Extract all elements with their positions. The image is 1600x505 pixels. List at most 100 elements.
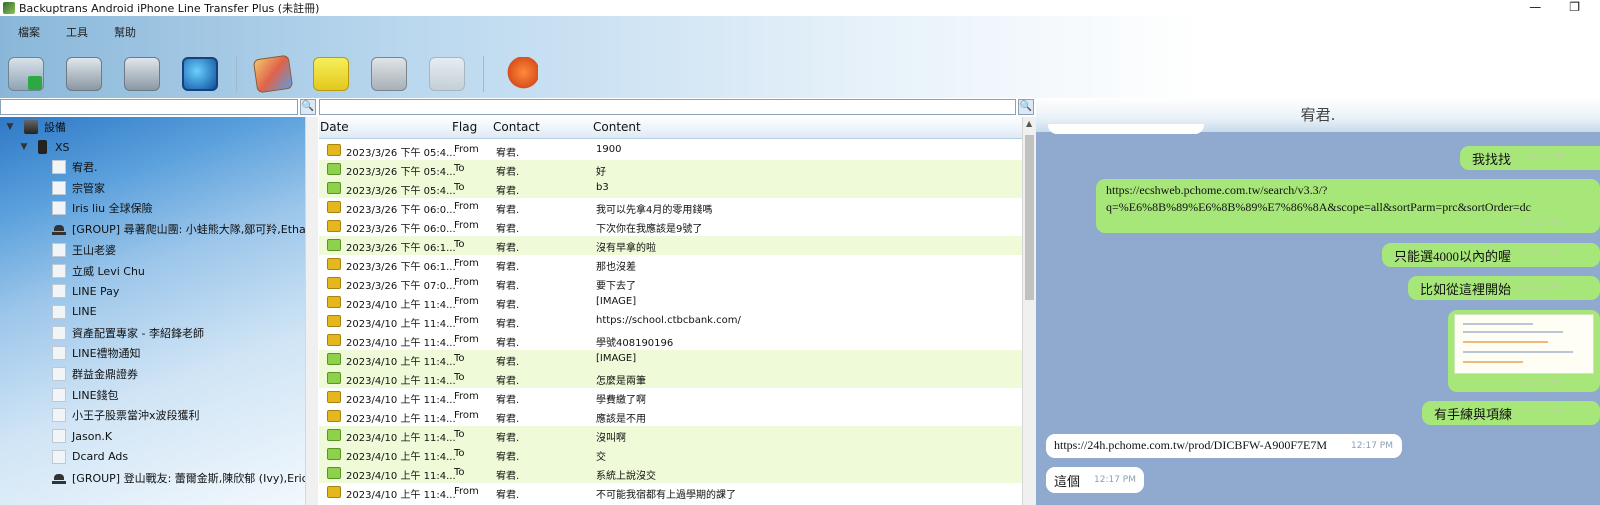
export-photos-button[interactable] [251, 54, 295, 94]
print-button[interactable] [367, 54, 411, 94]
tree-contact-item[interactable]: LINE錢包 [52, 385, 119, 405]
backup-database-button[interactable] [62, 54, 106, 94]
tree-contact-item[interactable]: 宥君. [52, 157, 98, 177]
cell-flag: To [454, 467, 465, 478]
tree-contact-label: Jason.K [72, 429, 113, 443]
chevron-down-icon[interactable]: ▼ [18, 142, 30, 152]
message-icon [327, 315, 341, 327]
column-header-contact[interactable]: Contact [493, 120, 540, 134]
cell-date: 2023/4/10 上午 11:4... [346, 395, 456, 406]
table-row[interactable]: 2023/4/10 上午 11:4... From 宥君. 不可能我宿都有上過學期的課… [319, 483, 1022, 502]
chat-image-thumbnail[interactable] [1454, 314, 1594, 374]
table-row[interactable]: 2023/4/10 上午 11:4... To 宥君. [IMAGE] [319, 350, 1022, 369]
cell-content: 我可以先拿4月的零用錢嗎 [596, 205, 713, 216]
tree-scrollbar[interactable] [305, 117, 318, 505]
table-row[interactable]: 2023/3/26 下午 06:1... To 宥君. 沒有早拿的啦 [319, 236, 1022, 255]
tree-root[interactable]: ▼ 設備 [4, 117, 66, 137]
cell-flag: From [454, 486, 479, 497]
menu-help[interactable]: 幫助 [106, 22, 144, 42]
table-row[interactable]: 2023/3/26 下午 07:0... From 宥君. 要下去了 [319, 274, 1022, 293]
search-icon[interactable]: 🔍 [1018, 99, 1034, 115]
tree-contact-item[interactable]: 小王子股票當沖x波段獲利 [52, 405, 200, 425]
minimize-button[interactable]: — [1529, 0, 1541, 14]
cell-flag: From [454, 391, 479, 402]
table-row[interactable]: 2023/4/10 上午 11:4... From 宥君. [IMAGE] [319, 293, 1022, 312]
tree-contact-label: LINE禮物通知 [72, 347, 141, 361]
cell-content: [IMAGE] [596, 296, 637, 307]
tree-contact-item[interactable]: [GROUP] 登山戰友: 蕾爾金斯,陳欣郁 (Ivy),Eric Lin ..… [52, 468, 305, 488]
database-icon [66, 57, 102, 91]
tree-contact-item[interactable]: 群益金鼎證券 [52, 364, 138, 384]
message-icon [327, 391, 341, 403]
table-row[interactable]: 2023/4/10 上午 11:4... From 宥君. 學費繳了啊 [319, 388, 1022, 407]
table-row[interactable]: 2023/4/10 上午 11:4... From 宥君. https://schoo… [319, 312, 1022, 331]
cell-date: 2023/4/10 上午 11:4... [346, 357, 456, 368]
message-table: Date Flag Contact Content 2023/3/26 下午 0… [319, 117, 1022, 505]
table-row[interactable]: 2023/3/26 下午 06:1... From 宥君. 那也沒差 [319, 255, 1022, 274]
chat-bubble-image[interactable]: 11:13 AM [1448, 310, 1600, 392]
export-button[interactable] [309, 54, 353, 94]
table-row[interactable]: 2023/4/10 上午 11:4... From 宥君. 學號408190196 [319, 331, 1022, 350]
scrollbar-thumb[interactable] [1025, 135, 1034, 300]
table-row[interactable]: 2023/4/10 上午 11:4... To 宥君. 系統上說沒交 [319, 464, 1022, 483]
column-header-flag[interactable]: Flag [452, 120, 477, 134]
table-row[interactable]: 2023/3/26 下午 05:4... To 宥君. 好 [319, 160, 1022, 179]
chevron-down-icon[interactable]: ▼ [4, 122, 16, 132]
cell-flag: From [454, 410, 479, 421]
chat-message-time: 11:13 AM [1522, 378, 1565, 388]
tree-device[interactable]: ▼ XS [18, 137, 70, 157]
restore-button[interactable]: ❐ [1569, 0, 1580, 14]
delete-button[interactable] [425, 54, 469, 94]
cell-date: 2023/4/10 上午 11:4... [346, 490, 456, 501]
table-scrollbar[interactable]: ▲ [1022, 117, 1036, 505]
table-row[interactable]: 2023/4/10 上午 11:4... To 宥君. 交 [319, 445, 1022, 464]
contact-search-input[interactable] [0, 99, 298, 115]
tree-contact-label: 宥君. [72, 161, 98, 174]
table-row[interactable]: 2023/4/10 上午 11:4... To 宥君. 沒叫啊 [319, 426, 1022, 445]
tree-contact-item[interactable]: LINE禮物通知 [52, 343, 141, 363]
import-database-button[interactable] [4, 54, 48, 94]
device-tree: ▼ 設備 ▼ XS 宥君. 宗管家 Iris liu 全球保險 [GROUP] 尋著爬… [0, 117, 305, 505]
scroll-up-icon[interactable]: ▲ [1026, 119, 1032, 128]
tree-contact-item[interactable]: 王山老婆 [52, 240, 116, 260]
recycle-bin-icon [429, 57, 465, 91]
table-row[interactable]: 2023/3/26 下午 05:4... To 宥君. b3 [319, 179, 1022, 198]
chat-pane: 宥君. 我找找 11:12 AM https://ecshweb.pchome.… [1036, 98, 1600, 505]
message-icon [327, 372, 341, 384]
cell-flag: From [454, 277, 479, 288]
chat-bubble-link[interactable]: https://24h.pchome.com.tw/prod/DICBFW-A9… [1046, 434, 1402, 458]
tree-contact-item[interactable]: Dcard Ads [52, 447, 128, 467]
chat-message-text: 有手練與項練 [1434, 407, 1513, 422]
tree-contact-item[interactable]: Iris liu 全球保險 [52, 198, 153, 218]
cell-date: 2023/4/10 上午 11:4... [346, 433, 456, 444]
tree-contact-item[interactable]: Jason.K [52, 426, 112, 446]
column-header-content[interactable]: Content [593, 120, 641, 134]
cell-contact: 宥君. [496, 471, 520, 482]
chat-bubble-partial [1048, 124, 1204, 134]
tree-contact-item[interactable]: [GROUP] 尋著爬山團: 小蛙熊大隊,鄒可羚,Ethan,Li... [52, 219, 305, 239]
cell-contact: 宥君. [496, 224, 520, 235]
table-row[interactable]: 2023/4/10 上午 11:4... To 宥君. 怎麼是兩筆 [319, 369, 1022, 388]
tree-contact-item[interactable]: LINE [52, 302, 97, 322]
chat-bubble-link[interactable]: https://ecshweb.pchome.com.tw/search/v3.… [1096, 179, 1600, 233]
menu-file[interactable]: 檔案 [10, 22, 48, 42]
cell-contact: 宥君. [496, 490, 520, 501]
tree-contact-item[interactable]: 宗管家 [52, 178, 105, 198]
register-button[interactable] [498, 54, 542, 94]
itunes-backup-button[interactable] [178, 54, 222, 94]
table-row[interactable]: 2023/3/26 下午 05:4... From 宥君. 1900 [319, 141, 1022, 160]
table-row[interactable]: 2023/3/26 下午 06:0... From 宥君. 下次你在我應該是9號了 [319, 217, 1022, 236]
cell-content: 那也沒差 [596, 262, 636, 273]
column-header-date[interactable]: Date [320, 120, 349, 134]
table-row[interactable]: 2023/4/10 上午 11:4... From 宥君. 應該是不用 [319, 407, 1022, 426]
chat-bubble: 這個 12:17 PM [1046, 467, 1144, 493]
search-icon[interactable]: 🔍 [300, 99, 316, 115]
cell-content: 沒叫啊 [596, 433, 626, 444]
transfer-database-button[interactable] [120, 54, 164, 94]
menu-tools[interactable]: 工具 [58, 22, 96, 42]
table-row[interactable]: 2023/3/26 下午 06:0... From 宥君. 我可以先拿4月的零用錢嗎 [319, 198, 1022, 217]
tree-contact-item[interactable]: 資產配置專家 - 李紹鋒老師 [52, 323, 204, 343]
tree-contact-item[interactable]: LINE Pay [52, 281, 119, 301]
message-search-input[interactable] [319, 99, 1016, 115]
tree-contact-item[interactable]: 立威 Levi Chu [52, 261, 145, 281]
